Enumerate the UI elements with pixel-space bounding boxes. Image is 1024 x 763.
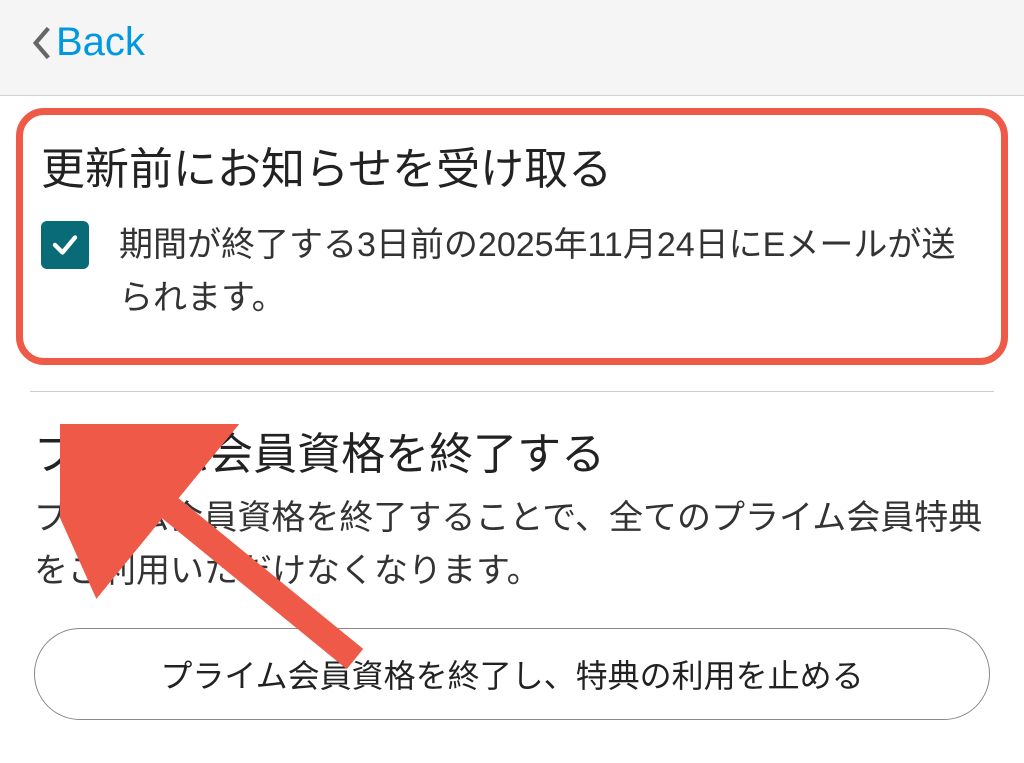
back-button[interactable]: Back [28, 20, 145, 65]
back-label: Back [56, 20, 145, 65]
terminate-section: プライム会員資格を終了する プライム会員資格を終了することで、全てのプライム会員… [0, 418, 1024, 719]
terminate-button[interactable]: プライム会員資格を終了し、特典の利用を止める [34, 628, 990, 720]
highlight-annotation-box: 更新前にお知らせを受け取る 期間が終了する3日前の2025年11月24日にEメー… [16, 108, 1008, 365]
header-bar: Back [0, 0, 1024, 96]
notify-checkbox-label: 期間が終了する3日前の2025年11月24日にEメールが送られます。 [119, 219, 983, 324]
notify-section-title: 更新前にお知らせを受け取る [41, 133, 983, 197]
notify-checkbox[interactable] [41, 221, 89, 269]
notify-checkbox-row: 期間が終了する3日前の2025年11月24日にEメールが送られます。 [41, 219, 983, 324]
terminate-section-title: プライム会員資格を終了する [34, 418, 990, 482]
content-area: 更新前にお知らせを受け取る 期間が終了する3日前の2025年11月24日にEメー… [0, 108, 1024, 720]
section-divider [30, 391, 994, 392]
checkmark-icon [50, 230, 80, 260]
chevron-left-icon [28, 24, 56, 62]
terminate-section-description: プライム会員資格を終了することで、全てのプライム会員特典をご利用いただけなくなり… [34, 492, 990, 597]
